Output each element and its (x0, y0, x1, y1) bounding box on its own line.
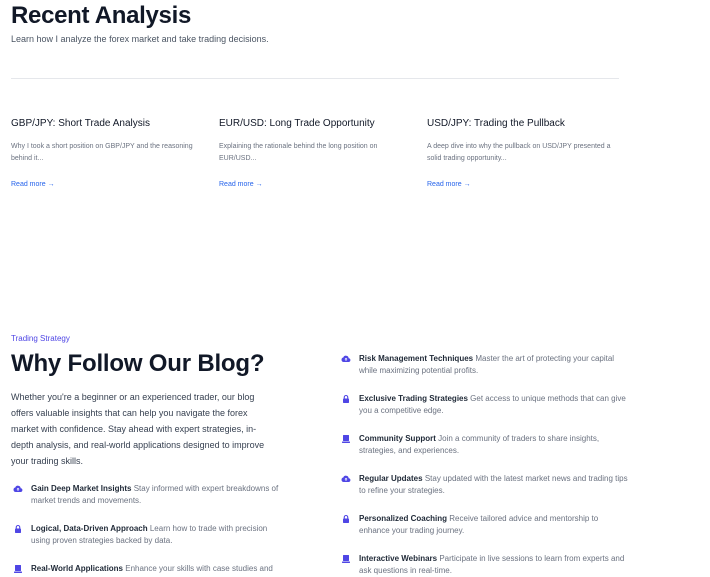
feature-title: Interactive Webinars (359, 554, 438, 563)
card-excerpt: A deep dive into why the pullback on USD… (427, 143, 611, 162)
cloud-upload-icon (13, 484, 23, 494)
feature-item: Interactive Webinars Participate in live… (341, 553, 631, 577)
server-icon (341, 434, 351, 444)
lock-icon (341, 514, 351, 524)
read-more-link[interactable]: Read more → (219, 181, 263, 188)
feature-title: Regular Updates (359, 474, 423, 483)
feature-title: Exclusive Trading Strategies (359, 394, 468, 403)
feature-item: Gain Deep Market Insights Stay informed … (13, 483, 286, 507)
feature-title: Gain Deep Market Insights (31, 484, 132, 493)
card-title[interactable]: GBP/JPY: Short Trade Analysis (11, 118, 201, 130)
feature-title: Community Support (359, 434, 436, 443)
why-follow-title: Why Follow Our Blog? (11, 350, 265, 377)
feature-item: Personalized Coaching Receive tailored a… (341, 513, 631, 537)
feature-item: Regular Updates Stay updated with the la… (341, 473, 631, 497)
cloud-upload-icon (341, 354, 351, 364)
feature-title: Risk Management Techniques (359, 354, 474, 363)
recent-analysis-title: Recent Analysis (11, 2, 192, 29)
lock-icon (341, 394, 351, 404)
section-eyebrow: Trading Strategy (11, 334, 70, 343)
server-icon (13, 564, 23, 574)
feature-item: Community Support Join a community of tr… (341, 433, 631, 457)
lock-icon (13, 524, 23, 534)
feature-item: Logical, Data-Driven Approach Learn how … (13, 523, 286, 547)
recent-analysis-subtitle: Learn how I analyze the forex market and… (11, 34, 269, 44)
card-title[interactable]: USD/JPY: Trading the Pullback (427, 118, 617, 130)
analysis-card: GBP/JPY: Short Trade Analysis Why I took… (11, 118, 201, 191)
why-follow-intro: Whether you're a beginner or an experien… (11, 392, 265, 466)
cloud-upload-icon (341, 474, 351, 484)
card-excerpt: Why I took a short position on GBP/JPY a… (11, 143, 193, 162)
feature-desc: Enhance your skills with case studies an… (125, 564, 273, 573)
read-more-link[interactable]: Read more → (11, 181, 55, 188)
section-divider (11, 78, 619, 79)
feature-item: Exclusive Trading Strategies Get access … (341, 393, 631, 417)
card-title[interactable]: EUR/USD: Long Trade Opportunity (219, 118, 409, 130)
feature-title: Real-World Applications (31, 564, 124, 573)
server-icon (341, 554, 351, 564)
feature-item: Real-World Applications Enhance your ski… (13, 563, 286, 575)
analysis-card: EUR/USD: Long Trade Opportunity Explaini… (219, 118, 409, 191)
analysis-card: USD/JPY: Trading the Pullback A deep div… (427, 118, 617, 191)
card-excerpt: Explaining the rationale behind the long… (219, 143, 378, 162)
read-more-link[interactable]: Read more → (427, 181, 471, 188)
feature-title: Personalized Coaching (359, 514, 448, 523)
feature-item: Risk Management Techniques Master the ar… (341, 353, 631, 377)
feature-title: Logical, Data-Driven Approach (31, 524, 148, 533)
